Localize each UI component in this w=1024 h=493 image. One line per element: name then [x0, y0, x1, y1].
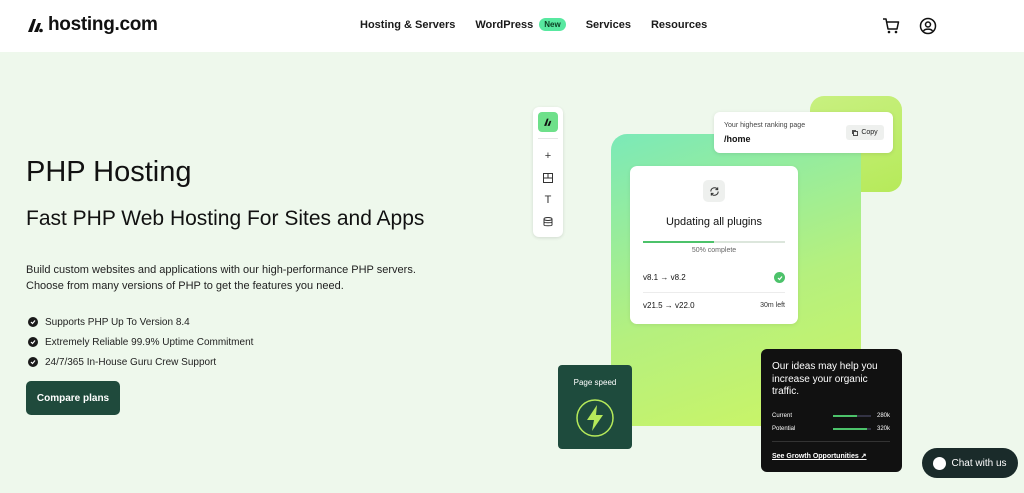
feature-list: Supports PHP Up To Version 8.4 Extremely… [28, 312, 253, 372]
compare-plans-button[interactable]: Compare plans [26, 381, 120, 415]
traffic-bar-fill [833, 415, 857, 417]
version-row: v21.5 → v22.0 30m left [643, 301, 785, 310]
nav-services[interactable]: Services [586, 19, 631, 31]
logo-mark-icon [28, 19, 43, 33]
chat-label: Chat with us [951, 457, 1007, 469]
divider [772, 441, 890, 442]
page-speed-card: Page speed [558, 365, 632, 449]
feature-text: Extremely Reliable 99.9% Uptime Commitme… [45, 336, 254, 348]
plus-icon[interactable]: + [540, 148, 556, 164]
update-progress-bar [643, 241, 785, 243]
nav-label: WordPress [475, 18, 534, 31]
logo[interactable]: hosting.com [26, 14, 158, 36]
traffic-bar [833, 415, 871, 417]
nav-label: Hosting & Servers [360, 18, 456, 31]
page-description: Build custom websites and applications w… [26, 264, 416, 292]
chat-button[interactable]: Chat with us [922, 448, 1018, 478]
version-row: v8.1 → v8.2 [643, 272, 785, 283]
logo-text: hosting.com [48, 14, 158, 35]
divider [643, 292, 785, 293]
growth-title: Our ideas may help you increase your org… [772, 361, 878, 397]
version-text: v21.5 → v22.0 [643, 301, 695, 310]
database-icon[interactable] [540, 214, 556, 230]
new-badge: New [539, 18, 566, 31]
account-icon[interactable] [919, 17, 937, 35]
cart-icon[interactable] [882, 17, 900, 35]
ranking-path: /home [724, 134, 751, 144]
nav-resources[interactable]: Resources [651, 19, 707, 31]
traffic-row-current: Current 280k [772, 413, 890, 419]
chat-icon [933, 456, 947, 470]
traffic-label: Potential [772, 426, 796, 432]
main-nav: Hosting & Servers WordPress New Services… [360, 18, 707, 31]
page-speed-label: Page speed [573, 378, 617, 387]
progress-fill [643, 241, 714, 243]
feature-item: Extremely Reliable 99.9% Uptime Commitme… [28, 332, 253, 352]
copy-label: Copy [861, 129, 878, 136]
text-icon[interactable]: T [540, 192, 556, 208]
update-title: Updating all plugins [665, 216, 762, 228]
check-icon [28, 317, 38, 327]
page-title: PHP Hosting [26, 156, 192, 188]
nav-label: Resources [650, 18, 708, 31]
feature-item: 24/7/365 In-House Guru Crew Support [28, 352, 253, 372]
feature-item: Supports PHP Up To Version 8.4 [28, 312, 253, 332]
nav-hosting-servers[interactable]: Hosting & Servers [360, 19, 455, 31]
editor-toolbar: + T [533, 107, 563, 237]
copy-icon [852, 129, 859, 136]
ranking-page-card: Your highest ranking page /home Copy [714, 112, 893, 153]
check-icon [28, 337, 38, 347]
toolbar-divider [538, 138, 558, 139]
ranking-label: Your highest ranking page [724, 122, 806, 129]
page-subtitle: Fast PHP Web Hosting For Sites and Apps [26, 207, 425, 230]
traffic-bar-fill [833, 428, 868, 430]
complete-check-icon [774, 272, 785, 283]
growth-opportunities-link[interactable]: See Growth Opportunities ↗ [772, 452, 867, 460]
version-text: v8.1 → v8.2 [643, 273, 686, 282]
progress-text: 50% complete [691, 247, 737, 254]
nav-wordpress[interactable]: WordPress New [475, 18, 566, 31]
growth-card: Our ideas may help you increase your org… [761, 349, 902, 472]
lightning-icon [576, 399, 614, 437]
layout-icon[interactable] [540, 170, 556, 186]
time-remaining: 30m left [760, 302, 785, 309]
plugin-update-card: Updating all plugins 50% complete v8.1 →… [630, 166, 798, 324]
traffic-value: 320k [876, 426, 890, 432]
toolbar-logo-icon [538, 112, 558, 132]
refresh-icon [703, 180, 725, 202]
traffic-bar [833, 428, 871, 430]
copy-button[interactable]: Copy [846, 125, 884, 140]
traffic-label: Current [772, 413, 793, 419]
traffic-value: 280k [876, 413, 890, 419]
traffic-row-potential: Potential 320k [772, 426, 890, 432]
check-icon [28, 357, 38, 367]
feature-text: 24/7/365 In-House Guru Crew Support [45, 356, 217, 368]
nav-label: Services [585, 18, 631, 31]
site-header: hosting.com Hosting & Servers WordPress … [0, 0, 1024, 52]
feature-text: Supports PHP Up To Version 8.4 [45, 316, 190, 328]
